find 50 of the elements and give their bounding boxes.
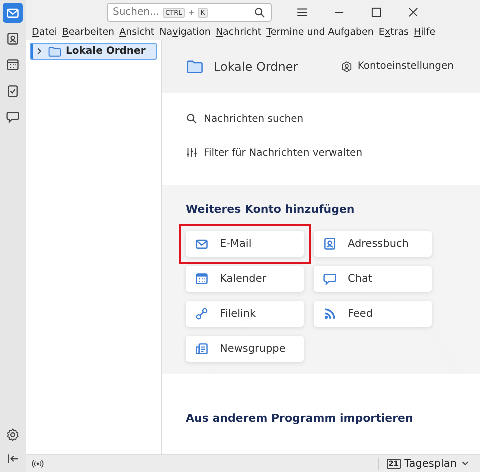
search-placeholder: Suchen... [113, 7, 160, 18]
menu-item[interactable]: Hilfe [414, 27, 436, 38]
filter-sliders-icon [186, 147, 198, 159]
chat-icon [323, 272, 337, 286]
feed-icon [323, 307, 337, 321]
mail-icon [195, 237, 209, 251]
close-icon[interactable] [407, 6, 420, 19]
menu-item[interactable]: Datei [32, 27, 58, 38]
menu-item[interactable]: Ansicht [120, 27, 155, 38]
menu-item[interactable]: Navigation [160, 27, 211, 38]
account-type-button[interactable]: Newsgruppe [186, 336, 304, 362]
chevron-down-icon [461, 459, 470, 468]
folder-icon [48, 44, 62, 58]
settings-icon[interactable] [6, 428, 20, 442]
newsgroup-icon [195, 342, 209, 356]
calendar-icon [6, 58, 20, 72]
address-book-icon [323, 237, 337, 251]
account-type-button[interactable]: Filelink [186, 301, 304, 327]
account-type-button[interactable]: Adressbuch [314, 231, 432, 257]
calendar-icon [195, 272, 209, 286]
menu-item[interactable]: Termine und Aufgaben [266, 27, 374, 38]
account-type-button[interactable]: Kalender [186, 266, 304, 292]
mail-icon [6, 6, 20, 20]
folder-item[interactable]: Lokale Ordner [30, 43, 157, 60]
menu-icon[interactable] [296, 6, 309, 19]
online-status-icon[interactable] [32, 458, 44, 470]
search-icon [254, 6, 266, 18]
account-settings-icon [340, 60, 353, 72]
address-book-icon [6, 32, 20, 46]
space-button[interactable] [3, 3, 23, 23]
menu-item[interactable]: Bearbeiten [62, 27, 115, 38]
menu-item[interactable]: Nachricht [216, 27, 262, 38]
account-type-button[interactable]: Feed [314, 301, 432, 327]
expand-chevron-icon[interactable] [35, 47, 44, 56]
section-heading: Weiteres Konto hinzufügen [186, 203, 356, 216]
chat-icon [6, 110, 20, 124]
collapse-icon[interactable] [6, 452, 20, 466]
action-link[interactable]: Filter für Nachrichten verwalten [186, 147, 456, 159]
account-type-button[interactable]: Chat [314, 266, 432, 292]
account-title: Lokale Ordner [214, 60, 298, 74]
tasks-icon [6, 84, 20, 98]
link-icon [195, 307, 209, 321]
search-icon [186, 113, 198, 125]
maximize-icon[interactable] [370, 6, 383, 19]
menu-item[interactable]: Extras [378, 27, 409, 38]
action-link[interactable]: Nachrichten suchen [186, 113, 456, 125]
account-type-button[interactable]: E-Mail [186, 231, 304, 257]
account-settings-link[interactable]: Kontoeinstellungen [340, 60, 454, 72]
plus-sign: + [188, 8, 195, 17]
section-heading: Aus anderem Programm importieren [186, 412, 414, 425]
